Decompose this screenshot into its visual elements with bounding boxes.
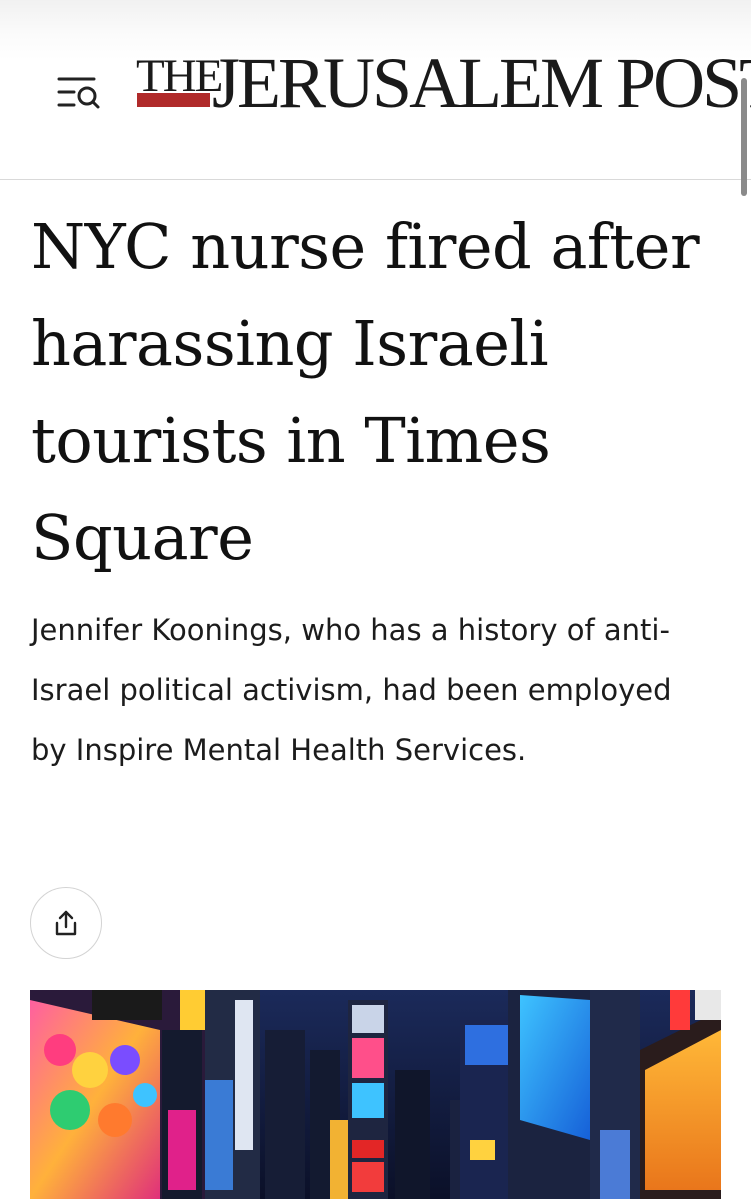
- article-subheadline: Jennifer Koonings, who has a history of …: [31, 613, 672, 767]
- share-icon: [55, 910, 77, 936]
- article-headline: NYC nurse fired after harassing Israeli …: [31, 210, 700, 574]
- times-square-illustration: [30, 990, 721, 1199]
- menu-search-icon: [57, 77, 100, 109]
- logo-name: JERUSALEM POST: [212, 43, 751, 123]
- logo-red-bar: [137, 93, 210, 107]
- site-logo[interactable]: THE JERUSALEM POST: [130, 45, 751, 135]
- hero-image-times-square[interactable]: [30, 990, 721, 1199]
- menu-search-button[interactable]: [54, 70, 104, 114]
- site-header: THE JERUSALEM POST: [0, 0, 751, 180]
- scrollbar[interactable]: [741, 78, 747, 196]
- share-button[interactable]: [30, 887, 102, 959]
